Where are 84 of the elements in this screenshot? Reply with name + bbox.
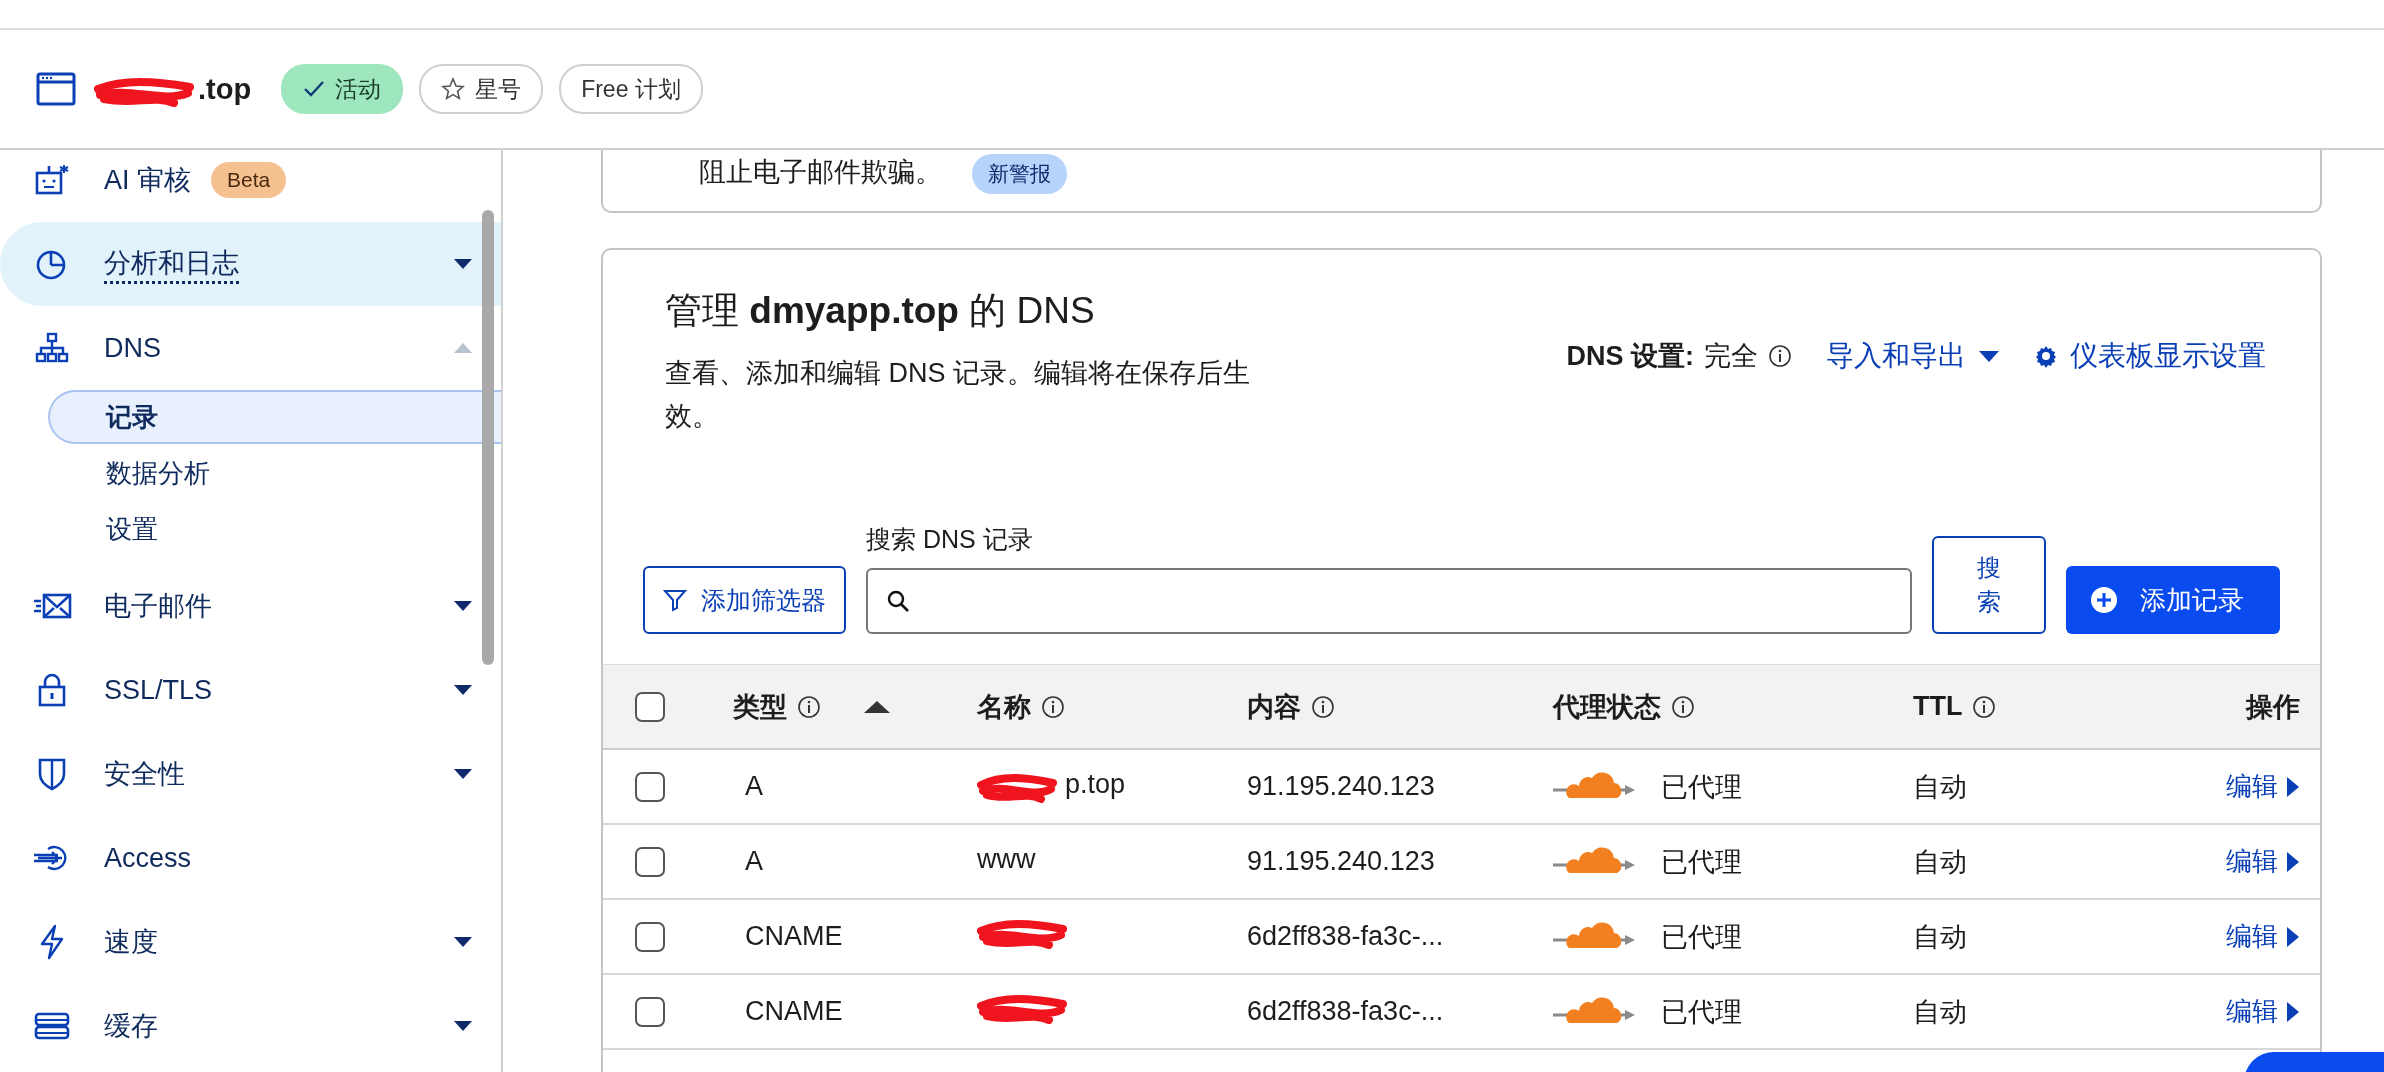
import-export-link[interactable]: 导入和导出	[1826, 337, 2000, 375]
table-cell-text: 6d2ff838-fa3c-...	[1247, 921, 1445, 952]
envelope-icon	[32, 592, 72, 620]
shield-icon	[37, 757, 67, 791]
browser-window-icon	[36, 72, 76, 106]
column-header[interactable]: 代理状态	[1553, 688, 1661, 725]
caret-right-icon	[2286, 1000, 2300, 1023]
caret-down-icon	[1978, 349, 2000, 363]
table-cell-text: 自动	[1913, 770, 1968, 804]
domain-name: .top	[198, 72, 252, 105]
table-cell-text: CNAME	[744, 921, 844, 952]
sidebar-item[interactable]: DNS	[0, 306, 501, 390]
star-icon	[441, 77, 466, 101]
table-cell: p.top	[1065, 768, 1126, 799]
table-cell-text: A	[744, 846, 764, 877]
table-cell-text: 6d2ff838-fa3c-...	[1247, 996, 1445, 1027]
table-cell-text: 自动	[1913, 995, 1968, 1029]
table-cell-text: A	[744, 771, 764, 802]
add-filter-button[interactable]: 添加筛选器	[643, 566, 846, 634]
column-header[interactable]: TTL	[1913, 691, 1963, 722]
search-icon	[886, 589, 910, 613]
robot-icon	[34, 163, 70, 197]
proxy-status: 已代理	[1661, 770, 1742, 804]
plus-circle-icon	[2090, 586, 2118, 614]
row-checkbox[interactable]	[635, 996, 665, 1027]
alert-text: 阻止电子邮件欺骗。	[699, 156, 942, 189]
check-icon	[303, 80, 326, 98]
info-icon	[1768, 344, 1792, 368]
edit-link[interactable]: 编辑	[2226, 844, 2300, 879]
network-icon	[35, 332, 69, 364]
sidebar-subitem[interactable]: 记录	[48, 390, 501, 444]
scrollbar[interactable]	[482, 210, 494, 665]
card-description: 查看、添加和编辑 DNS 记录。编辑将在保存后生效。	[665, 357, 1251, 434]
edit-link[interactable]: 编辑	[2226, 769, 2300, 804]
table-cell-text: 91.195.240.123	[1247, 771, 1436, 802]
sidebar-item[interactable]: 分析和日志	[0, 222, 501, 306]
card-title: 管理 dmyapp.top 的 DNS	[665, 289, 1096, 333]
proxy-status: 已代理	[1661, 920, 1742, 954]
select-all-checkbox[interactable]	[635, 691, 665, 722]
status-badge: 活动	[281, 64, 404, 114]
sidebar-item[interactable]: AI 审核 Beta	[0, 150, 501, 222]
edit-link[interactable]: 编辑	[2226, 994, 2300, 1029]
table-cell-text: 91.195.240.123	[1247, 846, 1436, 877]
column-header[interactable]: 类型	[733, 688, 787, 725]
column-header[interactable]: 名称	[977, 688, 1031, 725]
edit-link[interactable]: 编辑	[2226, 919, 2300, 954]
new-alert-badge: 新警报	[972, 154, 1067, 194]
sidebar-item[interactable]: Access	[0, 816, 501, 900]
row-checkbox[interactable]	[635, 846, 665, 877]
caret-right-icon	[2286, 850, 2300, 873]
lightning-icon	[39, 924, 65, 960]
sidebar-item[interactable]: 电子邮件	[0, 564, 501, 648]
plan-badge: Free 计划	[559, 64, 703, 114]
search-field[interactable]	[866, 568, 1912, 634]
search-button[interactable]: 搜索	[1932, 536, 2046, 634]
filter-icon	[663, 588, 687, 612]
sidebar-subitem[interactable]: 设置	[48, 502, 501, 556]
column-header[interactable]: 操作	[2246, 688, 2300, 725]
gear-icon	[2034, 344, 2058, 368]
setting-label: DNS 设置:	[1566, 340, 1694, 373]
table-cell: www	[977, 843, 1036, 874]
setting-value: 完全	[1704, 340, 1758, 373]
sidebar-item[interactable]: SSL/TLS	[0, 648, 501, 732]
sidebar-subitem[interactable]: 数据分析	[48, 446, 501, 500]
table-cell-text: CNAME	[744, 996, 844, 1027]
beta-badge: Beta	[211, 162, 287, 198]
star-button[interactable]: 星号	[419, 64, 544, 114]
lock-icon	[37, 673, 67, 707]
sidebar-item[interactable]: 安全性	[0, 732, 501, 816]
row-checkbox[interactable]	[635, 771, 665, 802]
caret-right-icon	[2286, 775, 2300, 798]
column-header[interactable]: 内容	[1247, 688, 1301, 725]
table-cell-text: 自动	[1913, 845, 1968, 879]
row-checkbox[interactable]	[635, 921, 665, 952]
proxy-status: 已代理	[1661, 995, 1742, 1029]
proxy-status: 已代理	[1661, 845, 1742, 879]
add-record-button[interactable]: 添加记录	[2066, 566, 2280, 634]
storage-icon	[33, 1011, 71, 1041]
sidebar-item[interactable]: 缓存	[0, 984, 501, 1068]
caret-right-icon	[2286, 925, 2300, 948]
table-cell-text: 自动	[1913, 920, 1968, 954]
sidebar-item[interactable]: 速度	[0, 900, 501, 984]
dashboard-settings-link[interactable]: 仪表板显示设置	[2034, 337, 2266, 375]
search-label: 搜索 DNS 记录	[866, 524, 1034, 555]
